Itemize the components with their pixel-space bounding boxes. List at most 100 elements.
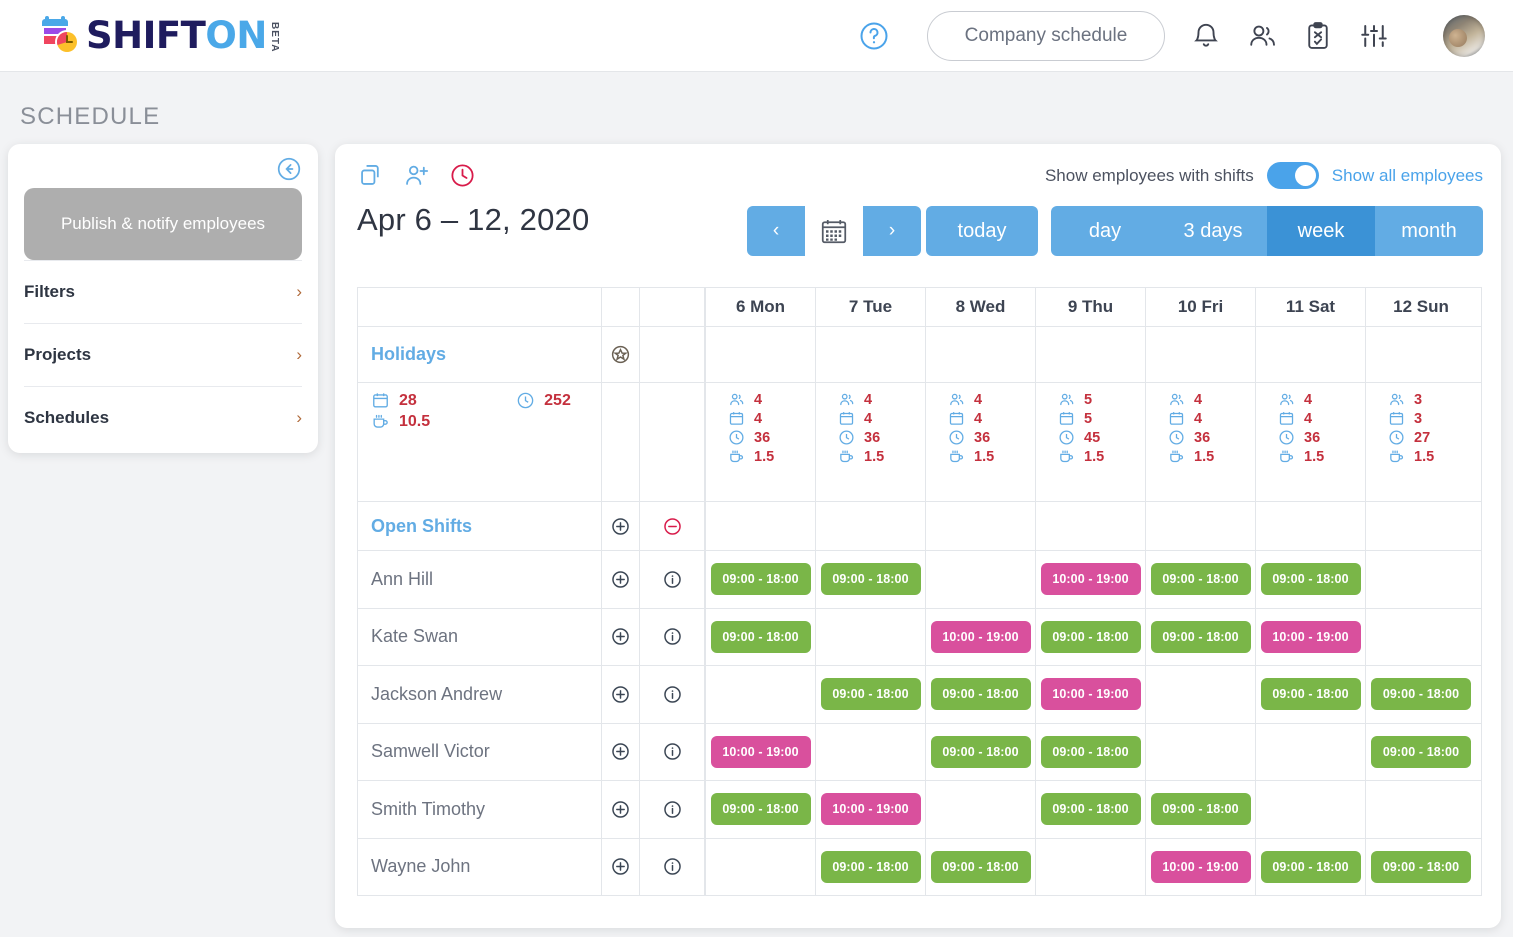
holiday-cell-thu[interactable] [1036,327,1146,382]
holiday-cell-sun[interactable] [1366,327,1476,382]
shift-cell[interactable]: 09:00 - 18:00 [1036,781,1146,838]
next-period-button[interactable]: › [863,206,921,256]
plus-circle-icon[interactable] [602,838,640,895]
shift-cell[interactable]: 09:00 - 18:00 [816,551,926,608]
holiday-cell-mon[interactable] [706,327,816,382]
shift-pill[interactable]: 09:00 - 18:00 [1260,563,1361,596]
publish-notify-button[interactable]: Publish & notify employees [24,188,302,260]
info-circle-icon[interactable] [640,723,706,780]
info-circle-icon[interactable] [640,608,706,665]
open-shift-cell-fri[interactable] [1146,502,1256,550]
shift-cell[interactable]: 09:00 - 18:00 [706,608,816,665]
shift-pill[interactable]: 09:00 - 18:00 [1150,563,1251,596]
info-circle-icon[interactable] [640,666,706,723]
open-shift-cell-wed[interactable] [926,502,1036,550]
shift-cell[interactable]: 09:00 - 18:00 [1256,838,1366,895]
shift-cell[interactable]: 09:00 - 18:00 [706,551,816,608]
shift-pill[interactable]: 09:00 - 18:00 [1040,620,1141,653]
shift-cell[interactable]: 09:00 - 18:00 [1366,724,1476,781]
shift-pill[interactable]: 09:00 - 18:00 [820,678,921,711]
open-shift-cell-mon[interactable] [706,502,816,550]
shift-cell[interactable] [1146,723,1256,780]
shift-cell[interactable]: 10:00 - 19:00 [706,723,816,780]
plus-circle-icon[interactable] [602,723,640,780]
shift-pill[interactable]: 09:00 - 18:00 [930,678,1031,711]
collapse-left-icon[interactable] [276,156,302,182]
shift-pill[interactable]: 10:00 - 19:00 [1040,678,1141,711]
holiday-cell-fri[interactable] [1146,327,1256,382]
shift-cell[interactable]: 09:00 - 18:00 [816,838,926,895]
shift-pill[interactable]: 09:00 - 18:00 [1040,735,1141,768]
prev-period-button[interactable]: ‹ [747,206,805,256]
today-button[interactable]: today [926,206,1038,256]
plus-circle-icon[interactable] [602,551,640,608]
shift-cell[interactable]: 10:00 - 19:00 [816,781,926,838]
shift-cell[interactable]: 09:00 - 18:00 [1146,608,1256,665]
info-circle-icon[interactable] [640,551,706,608]
shift-cell[interactable]: 09:00 - 18:00 [926,666,1036,723]
people-icon[interactable] [1247,21,1277,51]
shift-pill[interactable]: 09:00 - 18:00 [710,563,811,596]
shift-pill[interactable]: 10:00 - 19:00 [1040,563,1141,596]
shift-cell[interactable] [816,723,926,780]
shift-cell[interactable]: 09:00 - 18:00 [926,723,1036,780]
clipboard-check-icon[interactable] [1303,21,1333,51]
open-shift-cell-thu[interactable] [1036,502,1146,550]
shift-cell[interactable]: 10:00 - 19:00 [1036,666,1146,723]
shift-pill[interactable]: 09:00 - 18:00 [710,620,811,653]
shift-cell[interactable] [926,551,1036,608]
avatar[interactable] [1443,14,1485,57]
shift-cell[interactable] [1366,551,1476,608]
minus-circle-icon[interactable] [640,502,706,550]
plus-circle-icon[interactable] [602,502,640,550]
info-circle-icon[interactable] [640,781,706,838]
app-logo[interactable]: SHIFT ON BETA [40,14,280,57]
add-person-icon[interactable] [403,162,430,189]
sliders-icon[interactable] [1359,21,1389,51]
shift-cell[interactable] [1036,838,1146,895]
shift-cell[interactable]: 09:00 - 18:00 [1256,551,1366,608]
shift-pill[interactable]: 09:00 - 18:00 [820,850,921,883]
shift-pill[interactable]: 09:00 - 18:00 [1371,850,1471,883]
view-option-month[interactable]: month [1375,206,1483,256]
shift-pill[interactable]: 09:00 - 18:00 [710,793,811,826]
shift-cell[interactable] [1256,723,1366,780]
open-shift-cell-sat[interactable] [1256,502,1366,550]
sidebar-item-projects[interactable]: Projects › [24,323,302,386]
sidebar-item-schedules[interactable]: Schedules › [24,386,302,449]
shift-pill[interactable]: 10:00 - 19:00 [930,620,1031,653]
shift-cell[interactable]: 10:00 - 19:00 [1146,838,1256,895]
holiday-cell-tue[interactable] [816,327,926,382]
shift-pill[interactable]: 10:00 - 19:00 [1260,620,1361,653]
shift-pill[interactable]: 09:00 - 18:00 [930,850,1031,883]
open-shift-cell-sun[interactable] [1366,502,1476,550]
view-option-week[interactable]: week [1267,206,1375,256]
bell-icon[interactable] [1191,21,1221,51]
plus-circle-icon[interactable] [602,666,640,723]
shift-cell[interactable]: 10:00 - 19:00 [926,608,1036,665]
holiday-cell-wed[interactable] [926,327,1036,382]
clock-icon[interactable] [449,162,476,189]
copy-icon[interactable] [357,162,384,189]
star-circle-icon[interactable] [602,327,640,382]
show-all-employees-switch[interactable] [1266,162,1319,189]
info-circle-icon[interactable] [640,838,706,895]
shift-cell[interactable]: 09:00 - 18:00 [1146,781,1256,838]
company-schedule-button[interactable]: Company schedule [927,10,1165,61]
sidebar-item-filters[interactable]: Filters › [24,260,302,323]
question-circle-icon[interactable] [859,21,889,51]
shift-cell[interactable]: 10:00 - 19:00 [1036,551,1146,608]
shift-pill[interactable]: 09:00 - 18:00 [1260,850,1361,883]
shift-cell[interactable]: 09:00 - 18:00 [706,781,816,838]
shift-pill[interactable]: 10:00 - 19:00 [1150,850,1251,883]
shift-pill[interactable]: 09:00 - 18:00 [1371,678,1471,711]
view-option-day[interactable]: day [1051,206,1159,256]
shift-cell[interactable]: 10:00 - 19:00 [1256,608,1366,665]
shift-pill[interactable]: 09:00 - 18:00 [820,563,921,596]
shift-cell[interactable]: 09:00 - 18:00 [1036,723,1146,780]
shift-cell[interactable] [816,608,926,665]
plus-circle-icon[interactable] [602,781,640,838]
shift-cell[interactable]: 09:00 - 18:00 [1366,839,1476,896]
shift-cell[interactable] [1366,781,1476,838]
holiday-cell-sat[interactable] [1256,327,1366,382]
